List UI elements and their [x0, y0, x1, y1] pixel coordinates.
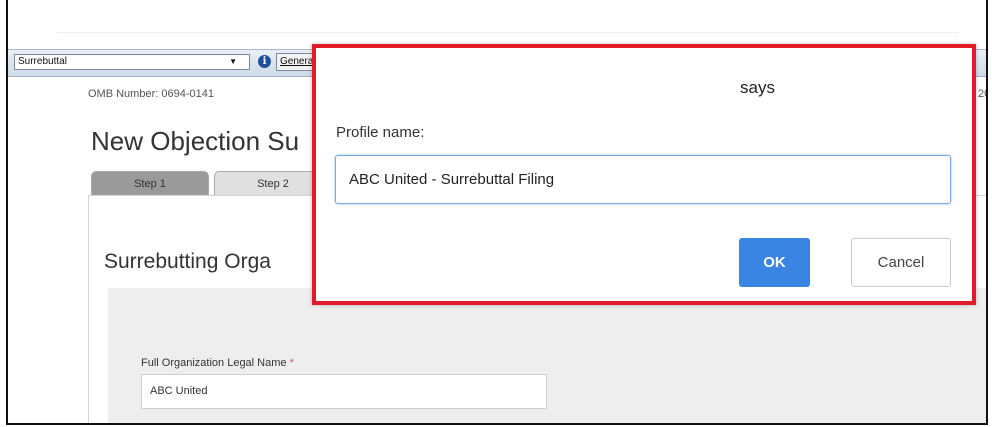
profile-name-input[interactable]: ABC United - Surrebuttal Filing: [335, 155, 951, 204]
dropdown-arrow-icon[interactable]: ▼: [229, 55, 237, 69]
cancel-button[interactable]: Cancel: [851, 238, 951, 287]
profile-name-label: Profile name:: [336, 124, 425, 141]
prompt-dialog: says Profile name: ABC United - Surrebut…: [312, 44, 976, 305]
faded-header-strip: [58, 20, 958, 33]
profile-select[interactable]: Surrebuttal ▼: [14, 54, 250, 70]
section-heading: Surrebutting Orga: [104, 250, 271, 273]
omb-number: OMB Number: 0694-0141: [88, 88, 214, 100]
org-name-input[interactable]: ABC United: [141, 374, 547, 409]
dialog-title: says: [740, 78, 775, 97]
info-icon[interactable]: i: [258, 55, 271, 68]
page-title: New Objection Su: [91, 126, 300, 156]
org-name-label-text: Full Organization Legal Name: [141, 357, 287, 369]
tab-step-1[interactable]: Step 1: [91, 171, 209, 195]
ok-button[interactable]: OK: [739, 238, 810, 287]
org-name-label: Full Organization Legal Name *: [141, 357, 294, 369]
omb-date-fragment: 20: [978, 88, 986, 100]
required-marker: *: [289, 357, 294, 369]
profile-select-value: Surrebuttal: [18, 56, 67, 67]
